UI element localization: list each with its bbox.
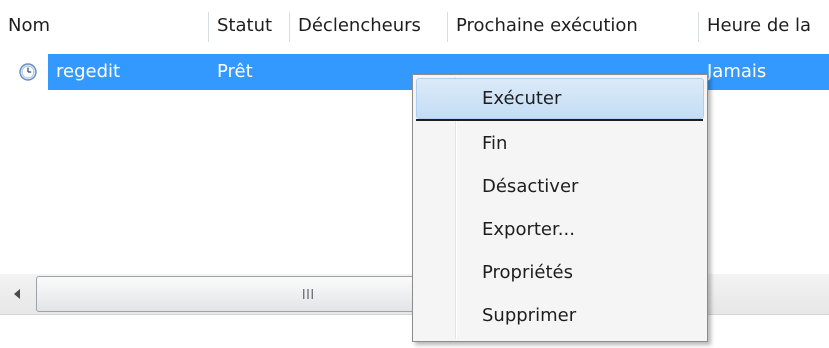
menu-item-exporter[interactable]: Exporter... [416, 209, 704, 250]
menu-item-desactiver[interactable]: Désactiver [416, 166, 704, 207]
column-header-declencheurs[interactable]: Déclencheurs [290, 0, 447, 52]
column-header-label: Heure de la [707, 15, 812, 36]
column-header-label: Statut [217, 15, 273, 36]
column-header-prochaine-execution[interactable]: Prochaine exécution [448, 0, 698, 52]
chevron-left-icon[interactable] [0, 274, 36, 314]
clock-icon [19, 63, 37, 81]
column-header-label: Prochaine exécution [456, 15, 638, 36]
column-header-statut[interactable]: Statut [209, 0, 289, 52]
column-header-heure[interactable]: Heure de la [699, 0, 829, 52]
task-status: Prêt [217, 61, 253, 82]
menu-item-supprimer[interactable]: Supprimer [416, 295, 704, 336]
column-header-row: Nom Statut Déclencheurs Prochaine exécut… [0, 0, 829, 52]
task-last-run: Jamais [707, 61, 767, 82]
column-header-label: Nom [8, 15, 51, 36]
menu-item-proprietes[interactable]: Propriétés [416, 252, 704, 293]
scrollbar-grip-icon [303, 289, 313, 299]
column-header-nom[interactable]: Nom [0, 0, 208, 52]
context-menu: Exécuter Fin Désactiver Exporter... Prop… [412, 74, 708, 342]
task-name: regedit [56, 61, 121, 82]
menu-item-executer[interactable]: Exécuter [416, 78, 704, 121]
menu-item-fin[interactable]: Fin [416, 123, 704, 164]
column-header-label: Déclencheurs [298, 15, 421, 36]
